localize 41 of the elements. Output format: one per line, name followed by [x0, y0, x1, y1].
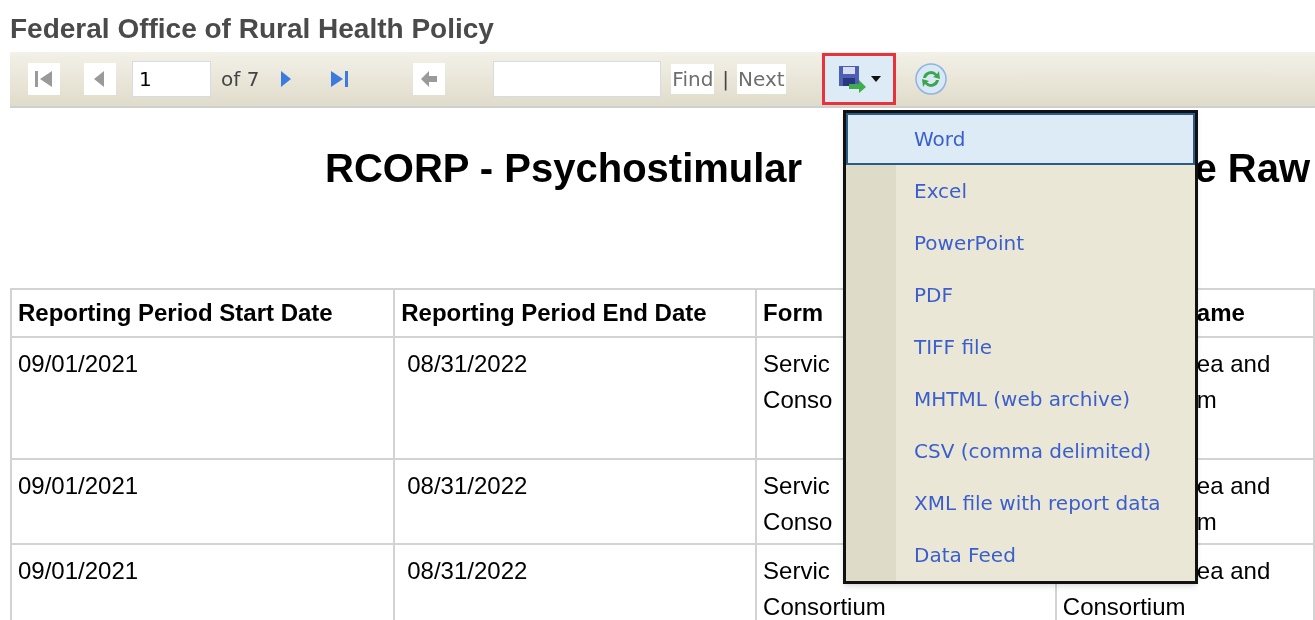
export-menu-item[interactable]: Data Feed: [846, 529, 1195, 581]
table-cell-text: 08/31/2022: [407, 556, 528, 586]
table-cell-text: Servic: [763, 556, 830, 586]
find-field[interactable]: [493, 61, 662, 97]
page-heading: Federal Office of Rural Health Policy: [9, 12, 495, 46]
table-cell-text: m: [1196, 385, 1217, 415]
page-number-field[interactable]: 1: [132, 61, 211, 97]
table-cell-text: Servic: [763, 349, 830, 379]
page-count: of 7: [221, 66, 260, 93]
save-icon: [836, 64, 867, 94]
export-menu-item[interactable]: TIFF file: [846, 321, 1195, 373]
table-cell-text: ea and: [1196, 349, 1271, 379]
export-menu-item[interactable]: XML file with report data: [846, 477, 1195, 529]
table-cell-text: 09/01/2021: [18, 556, 139, 586]
export-menu-item[interactable]: PDF: [846, 269, 1195, 321]
table-cell-text: Consortium: [1062, 592, 1186, 620]
table-cell-text: 09/01/2021: [18, 471, 139, 501]
column-header: Reporting Period End Date: [401, 298, 707, 328]
table-cell-text: Conso: [763, 385, 833, 415]
refresh-icon[interactable]: [913, 62, 948, 96]
separator: |: [722, 66, 730, 93]
table-cell-text: ea and: [1196, 556, 1271, 586]
table-cell-text: Servic: [763, 471, 830, 501]
export-button[interactable]: [821, 53, 896, 105]
table-cell-text: 09/01/2021: [18, 349, 139, 379]
table-cell-text: 08/31/2022: [407, 349, 528, 379]
table-cell-text: ea and: [1196, 471, 1271, 501]
export-menu-item[interactable]: MHTML (web archive): [846, 373, 1195, 425]
caret-icon: [870, 76, 881, 82]
table-cell-text: 08/31/2022: [407, 471, 528, 501]
table-cell-text: m: [1196, 507, 1217, 537]
export-menu-item[interactable]: PowerPoint: [846, 217, 1195, 269]
column-header: Form: [763, 298, 824, 328]
table-cell-text: Conso: [763, 507, 833, 537]
table-cell-text: Consortium: [763, 592, 886, 620]
export-menu-item[interactable]: Word: [846, 113, 1195, 165]
column-header: Reporting Period Start Date: [18, 298, 333, 328]
export-menu-item[interactable]: Excel: [846, 165, 1195, 217]
column-header: ame: [1196, 298, 1245, 328]
export-menu-item[interactable]: CSV (comma delimited): [846, 425, 1195, 477]
report-title: RCORP - Psychostimular: [325, 145, 803, 192]
